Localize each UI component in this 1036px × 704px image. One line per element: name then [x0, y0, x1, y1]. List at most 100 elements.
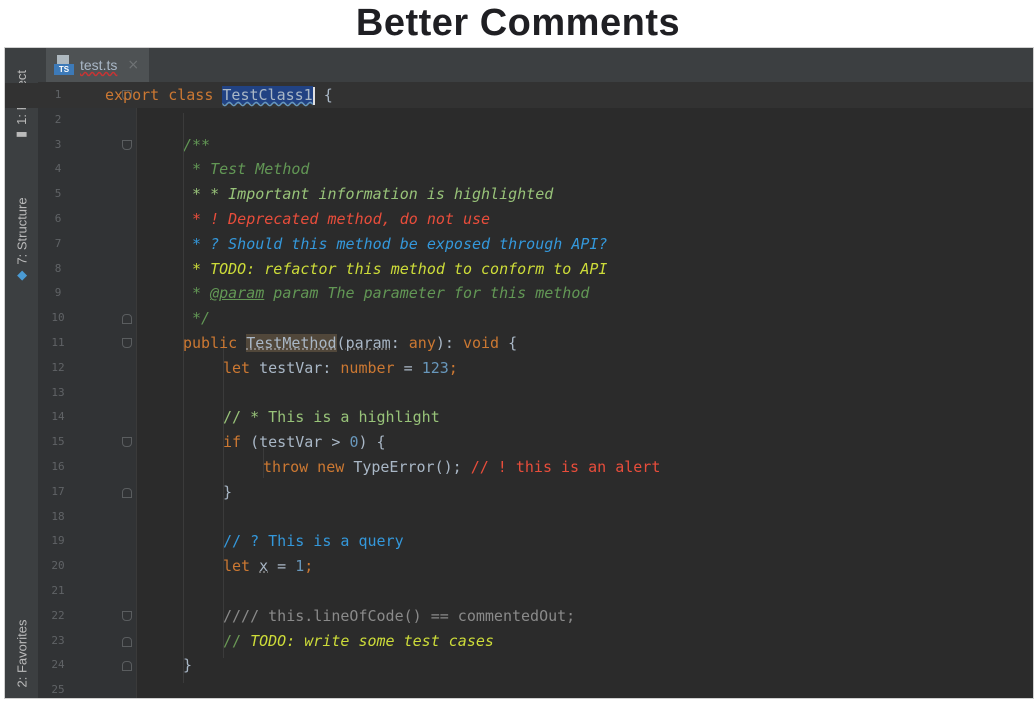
code-editor[interactable]: 1 export class TestClass1 { 2 3 /** 4 * …: [5, 83, 1033, 698]
fold-marker-icon[interactable]: [122, 636, 132, 647]
highlight-comment: * * Important information is highlighted: [183, 185, 554, 204]
code-token: ;: [304, 557, 314, 576]
code-line-1: 1 export class TestClass1 {: [5, 83, 1033, 108]
code-token: x: [259, 557, 269, 576]
todo-comment: TODO: write some test cases: [250, 631, 494, 650]
line-number: 18: [51, 509, 65, 523]
code-line-25: 25: [5, 678, 1033, 698]
line-number: 5: [54, 187, 62, 201]
doc-comment: * Test Method: [183, 160, 310, 179]
code-token: testVar: [259, 358, 323, 377]
fold-marker-icon[interactable]: [122, 437, 132, 448]
line-number: 9: [54, 286, 62, 300]
code-token: public: [183, 334, 247, 352]
fold-marker-icon[interactable]: [122, 610, 132, 621]
doc-tag: @param: [210, 284, 265, 303]
indent-guide: [223, 348, 224, 658]
code-token: ):: [435, 334, 463, 352]
close-icon[interactable]: ×: [127, 57, 139, 73]
code-token: let: [223, 358, 260, 377]
line-number: 22: [51, 608, 65, 622]
method-name: TestMethod: [246, 334, 337, 352]
line-number: 8: [54, 261, 62, 275]
code-line-8: 8 * TODO: refactor this method to confor…: [5, 257, 1033, 282]
line-number: 21: [51, 584, 65, 597]
code-token: ) {: [358, 433, 386, 452]
query-comment: // ? This is a query: [223, 532, 404, 551]
code-line-15: 15 if (testVar > 0) {: [5, 430, 1033, 455]
code-token: TypeError();: [353, 458, 462, 476]
code-token: :: [390, 334, 409, 352]
todo-comment: * TODO: refactor this method to conform …: [183, 259, 608, 278]
code-token: ;: [448, 358, 458, 377]
code-line-18: 18: [5, 505, 1033, 530]
code-line-2: 2: [5, 108, 1033, 133]
line-number: 19: [51, 534, 65, 548]
code-line-3: 3 /**: [5, 133, 1033, 158]
line-number: 11: [51, 336, 65, 349]
line-number: 6: [54, 212, 62, 225]
code-token: throw new: [263, 458, 354, 476]
code-line-24: 24 }: [5, 653, 1033, 678]
line-number: 7: [54, 236, 62, 250]
editor-tab-bar: TS test.ts ×: [38, 48, 1033, 83]
code-token: 1: [295, 557, 305, 576]
code-token: =: [268, 557, 296, 576]
indent-guide: [263, 448, 264, 478]
doc-comment: */: [183, 309, 211, 328]
alert-comment: // ! this is an alert: [461, 458, 661, 476]
class-name: TestClass1: [222, 86, 313, 104]
fold-marker-icon[interactable]: [122, 139, 132, 150]
page-title: Better Comments: [355, 2, 681, 44]
code-line-7: 7 * ? Should this method be exposed thro…: [5, 232, 1033, 257]
tab-filename: test.ts: [80, 57, 118, 73]
fold-marker-icon[interactable]: [122, 661, 132, 672]
line-number: 23: [51, 633, 65, 647]
code-line-20: 20 let x = 1;: [5, 554, 1033, 579]
code-token: }: [223, 482, 233, 501]
code-line-22: 22 //// this.lineOfCode() == commentedOu…: [5, 604, 1033, 629]
code-line-16: 16 throw new TypeError(); // ! this is a…: [5, 455, 1033, 480]
code-line-12: 12 let testVar: number = 123;: [5, 356, 1033, 381]
code-line-21: 21: [5, 579, 1033, 604]
commented-out-code: //// this.lineOfCode() == commentedOut;: [223, 606, 576, 625]
query-comment: * ? Should this method be exposed throug…: [183, 234, 608, 253]
code-line-14: 14 // * This is a highlight: [5, 405, 1033, 430]
line-number: 24: [51, 658, 65, 672]
typescript-file-icon: TS: [54, 55, 74, 75]
line-number: 16: [51, 460, 65, 473]
line-number: 25: [51, 683, 65, 697]
code-line-23: 23 // TODO: write some test cases: [5, 629, 1033, 654]
line-number: 13: [51, 385, 65, 399]
doc-comment: *: [183, 284, 211, 303]
line-number: 3: [54, 137, 62, 151]
code-line-9: 9 * @param param The parameter for this …: [5, 281, 1033, 306]
code-line-17: 17 }: [5, 480, 1033, 505]
line-number: 14: [51, 410, 65, 424]
highlight-comment: // * This is a highlight: [223, 408, 440, 427]
alert-comment: * ! Deprecated method, do not use: [183, 210, 491, 228]
code-token: {: [314, 86, 333, 104]
code-token: {: [499, 334, 518, 352]
code-token: //: [223, 631, 251, 650]
code-token: :: [322, 358, 341, 377]
line-number: 2: [54, 112, 62, 126]
code-token: let: [223, 557, 260, 576]
code-line-10: 10 */: [5, 306, 1033, 331]
fold-marker-icon[interactable]: [122, 338, 132, 348]
code-token: if: [223, 433, 251, 452]
code-token: any: [408, 334, 436, 352]
code-token: number: [340, 358, 395, 377]
fold-marker-icon[interactable]: [122, 487, 132, 498]
line-number: 10: [51, 311, 65, 325]
code-token: (: [336, 334, 346, 352]
fold-marker-icon[interactable]: [122, 314, 132, 325]
code-line-6: 6 * ! Deprecated method, do not use: [5, 207, 1033, 232]
param-name: param: [345, 334, 391, 352]
code-token: }: [183, 656, 193, 675]
line-number: 17: [51, 484, 65, 498]
code-line-5: 5 * * Important information is highlight…: [5, 182, 1033, 207]
tab-test-ts[interactable]: TS test.ts ×: [46, 48, 150, 82]
code-token: void: [462, 334, 500, 352]
code-line-11: 11 public TestMethod(param: any): void {: [5, 331, 1033, 356]
